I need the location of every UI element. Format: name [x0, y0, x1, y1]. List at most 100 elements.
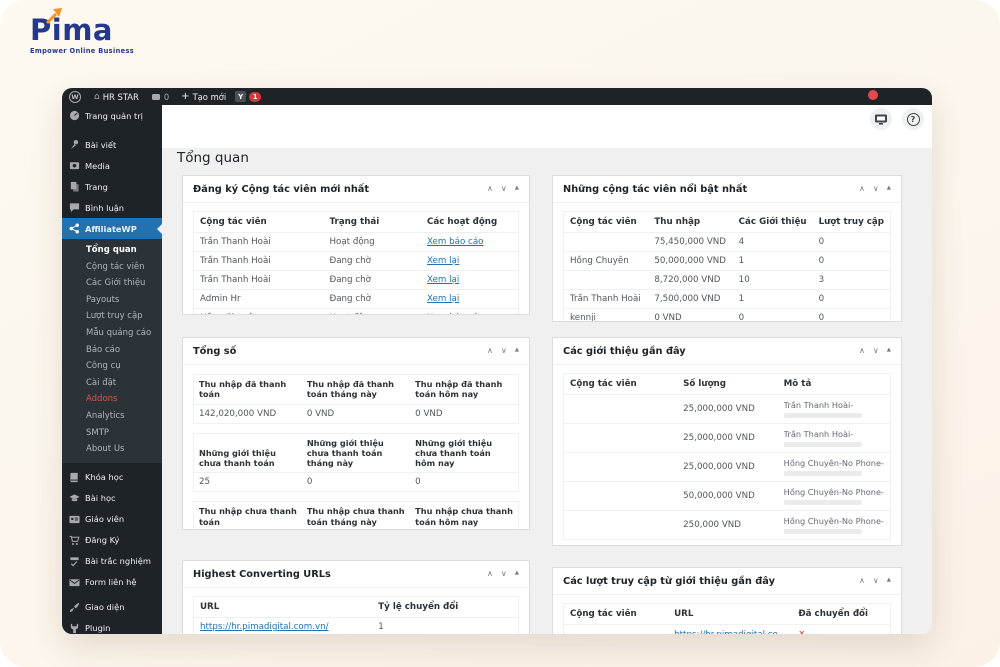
submenu-item-settings[interactable]: Cài đặt — [62, 375, 162, 392]
panel-title: Đăng ký Cộng tác viên mới nhất — [193, 183, 370, 195]
widget-move-down-button[interactable]: ∨ — [873, 577, 879, 585]
widget-move-down-button[interactable]: ∨ — [501, 347, 507, 355]
sidebar-item-courses[interactable]: Khóa học — [62, 467, 162, 488]
help-button[interactable]: ? — [902, 108, 924, 130]
table-row: 8,720,000 VND 10 3 — [563, 270, 891, 290]
widget-collapse-button[interactable]: ▲ — [887, 186, 891, 192]
widget-collapse-button[interactable]: ▲ — [515, 186, 519, 192]
table-header-row: Cộng tác viên Thu nhập Các Giới thiệu Lư… — [563, 211, 891, 233]
sidebar-item-affiliatewp[interactable]: AffiliateWP — [62, 218, 162, 239]
widget-collapse-button[interactable]: ▲ — [515, 571, 519, 577]
seo-plugin-icon[interactable]: Y — [235, 91, 247, 102]
panel-header: Đăng ký Cộng tác viên mới nhất ∧ ∨ ▲ — [183, 176, 529, 203]
panel-top-affiliates: Những cộng tác viên nổi bật nhất ∧ ∨ ▲ C… — [552, 175, 902, 322]
paid-earnings-stats: Thu nhập đã thanh toán Thu nhập đã thanh… — [193, 374, 519, 424]
table-header-row: URL Tỷ lệ chuyển đổi — [193, 596, 519, 618]
blurred-text — [783, 413, 862, 418]
table-row: https://hr.pimadigital.com.vn/ 1 — [193, 617, 519, 634]
widget-collapse-button[interactable]: ▲ — [515, 348, 519, 354]
widget-move-up-button[interactable]: ∧ — [859, 577, 865, 585]
sidebar-item-media[interactable]: Media — [62, 155, 162, 176]
panel-header: Các lượt truy cập từ giới thiệu gần đây … — [553, 568, 901, 595]
new-content-button[interactable]: + Tạo mới — [181, 91, 226, 102]
widget-move-up-button[interactable]: ∧ — [487, 347, 493, 355]
action-link[interactable]: Xem lại — [427, 256, 459, 266]
submenu-item-affiliates[interactable]: Cộng tác viên — [62, 259, 162, 276]
site-name-link[interactable]: ⌂ HR STAR — [94, 92, 139, 102]
envelope-icon — [69, 577, 80, 588]
wordpress-logo-icon[interactable]: W — [69, 90, 81, 103]
panel-header: Tổng số ∧ ∨ ▲ — [183, 338, 529, 365]
affiliate-network-icon — [69, 223, 80, 234]
submenu-item-overview[interactable]: Tổng quan — [62, 242, 162, 259]
panel-totals: Tổng số ∧ ∨ ▲ Thu nhập đã thanh toán Thu… — [182, 337, 530, 530]
widget-move-up-button[interactable]: ∧ — [487, 570, 493, 578]
action-link[interactable]: Xem lại — [427, 294, 459, 304]
book-icon — [69, 472, 80, 483]
table-header-row: Cộng tác viên Trạng thái Các hoạt động — [193, 211, 519, 233]
unpaid-referrals-stats: Những giới thiệu chưa thanh toán Những g… — [193, 432, 519, 493]
submenu-item-creatives[interactable]: Mẫu quảng cáo — [62, 325, 162, 342]
sidebar-item-comments[interactable]: Bình luận — [62, 197, 162, 218]
submenu-item-reports[interactable]: Báo cáo — [62, 342, 162, 359]
table-row: 25,000,000 VND Trần Thanh Hoài- — [563, 394, 891, 424]
panel-recent-visits: Các lượt truy cập từ giới thiệu gần đây … — [552, 567, 902, 634]
sidebar-item-posts[interactable]: Bài viết — [62, 134, 162, 155]
table-row: Trần Thanh Hoài 7,500,000 VND 1 0 — [563, 289, 891, 309]
sidebar-item-plugins[interactable]: Plugin — [62, 618, 162, 634]
sidebar-item-lessons[interactable]: Bài học — [62, 488, 162, 509]
widget-move-down-button[interactable]: ∨ — [501, 570, 507, 578]
column-header: Lượt truy cập — [812, 211, 891, 233]
table-header-row: Thu nhập chưa thanh toán Thu nhập chưa t… — [193, 501, 519, 529]
screen-options-button[interactable] — [870, 108, 892, 130]
submenu-item-payouts[interactable]: Payouts — [62, 292, 162, 309]
widget-move-up-button[interactable]: ∧ — [487, 185, 493, 193]
notification-dot — [868, 90, 878, 100]
widget-collapse-button[interactable]: ▲ — [887, 348, 891, 354]
page-background: Pima Empower Online Business W ⌂ HR STAR… — [0, 0, 1000, 667]
sidebar-item-registrations[interactable]: Đăng Ký — [62, 530, 162, 551]
brand-tagline: Empower Online Business — [30, 47, 134, 55]
table-row: 250,000 VND Hồng Chuyên-No Phone- — [563, 510, 891, 540]
sidebar-item-quizzes[interactable]: Bài trắc nghiệm — [62, 551, 162, 572]
action-link[interactable]: Xem lại — [427, 275, 459, 285]
submenu-item-tools[interactable]: Công cụ — [62, 358, 162, 375]
panel-highest-converting-urls: Highest Converting URLs ∧ ∨ ▲ URL Tỷ lệ … — [182, 560, 530, 634]
comments-icon — [69, 202, 80, 213]
submenu-item-about[interactable]: About Us — [62, 441, 162, 458]
referral-description: Trần Thanh Hoài- — [783, 429, 854, 439]
action-link[interactable]: Xem báo cáo — [427, 237, 483, 247]
widget-move-down-button[interactable]: ∨ — [501, 185, 507, 193]
column-header: Các Giới thiệu — [732, 211, 813, 233]
panel-header: Những cộng tác viên nổi bật nhất ∧ ∨ ▲ — [553, 176, 901, 203]
url-link[interactable]: https://hr.pimadigital.com.vn/ — [200, 622, 329, 632]
widget-collapse-button[interactable]: ▲ — [887, 578, 891, 584]
media-icon — [69, 160, 80, 171]
sidebar-item-dashboard[interactable]: Trang quản trị — [62, 105, 162, 126]
sidebar-item-pages[interactable]: Trang — [62, 176, 162, 197]
sidebar-item-contact-form[interactable]: Form liên hệ — [62, 572, 162, 593]
admin-sidebar: Trang quản trị Bài viết Media Trang Bình… — [62, 105, 162, 634]
submenu-item-smtp[interactable]: SMTP — [62, 425, 162, 442]
submenu-item-referrals[interactable]: Các Giới thiệu — [62, 275, 162, 292]
action-link[interactable]: Xem báo cáo — [427, 313, 483, 314]
unpaid-earnings-stats: Thu nhập chưa thanh toán Thu nhập chưa t… — [193, 501, 519, 529]
table-row: 142,020,000 VND 0 VND 0 VND — [193, 404, 519, 424]
submenu-item-addons[interactable]: Addons — [62, 391, 162, 408]
visit-url-link[interactable]: https://hr.pimadigital.com.vn/lesson/bai… — [674, 629, 786, 634]
submenu-item-analytics[interactable]: Analytics — [62, 408, 162, 425]
table-row: kennji 0 VND 0 0 — [563, 308, 891, 321]
widget-move-up-button[interactable]: ∧ — [859, 347, 865, 355]
widget-move-down-button[interactable]: ∨ — [873, 347, 879, 355]
pima-logo: Pima Empower Online Business — [30, 8, 134, 55]
submenu-item-visits[interactable]: Lượt truy cập — [62, 308, 162, 325]
table-header-row: Cộng tác viên URL Đã chuyển đổi — [563, 603, 891, 625]
comments-indicator[interactable] — [151, 93, 160, 100]
sidebar-item-teachers[interactable]: Giáo viên — [62, 509, 162, 530]
top-affiliates-table: Cộng tác viên Thu nhập Các Giới thiệu Lư… — [563, 211, 891, 321]
table-header-row: Thu nhập đã thanh toán Thu nhập đã thanh… — [193, 374, 519, 405]
widget-move-up-button[interactable]: ∧ — [859, 185, 865, 193]
widget-move-down-button[interactable]: ∨ — [873, 185, 879, 193]
table-row: Hồng ChuyênHoạt độngXem báo cáo — [193, 308, 519, 314]
sidebar-item-appearance[interactable]: Giao diện — [62, 597, 162, 618]
